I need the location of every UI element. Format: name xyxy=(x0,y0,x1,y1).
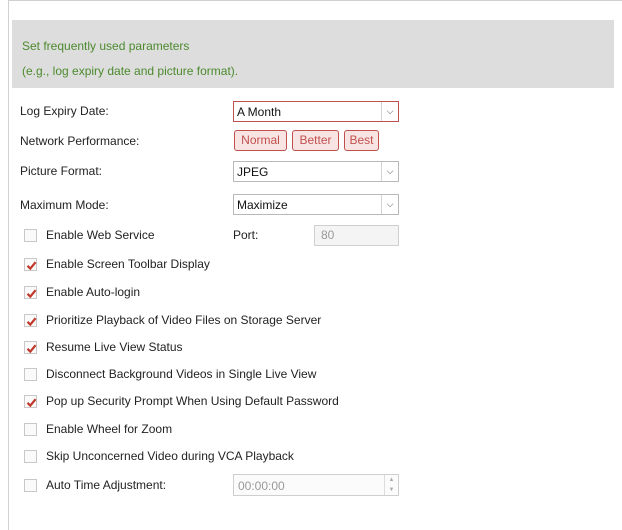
disconnect-background-checkbox[interactable] xyxy=(24,368,37,381)
web-service-label: Enable Web Service xyxy=(46,228,155,242)
wheel-zoom-checkbox[interactable] xyxy=(24,423,37,436)
picture-format-select[interactable]: JPEG ⌵ xyxy=(233,161,399,182)
auto-time-value: 00:00:00 xyxy=(238,479,285,493)
spin-down-icon[interactable]: ▼ xyxy=(385,485,398,495)
security-prompt-checkbox[interactable] xyxy=(24,395,37,408)
tip-line-2: (e.g., log expiry date and picture forma… xyxy=(22,64,239,78)
web-service-checkbox[interactable] xyxy=(24,229,37,242)
prioritize-playback-label: Prioritize Playback of Video Files on St… xyxy=(46,313,322,327)
auto-time-input[interactable]: 00:00:00 ▲ ▼ xyxy=(233,474,399,496)
auto-login-label: Enable Auto-login xyxy=(46,285,141,299)
auto-login-checkbox[interactable] xyxy=(24,286,37,299)
skip-unconcerned-label: Skip Unconcerned Video during VCA Playba… xyxy=(46,449,294,463)
port-label: Port: xyxy=(233,228,259,242)
time-spinner[interactable]: ▲ ▼ xyxy=(384,475,398,495)
chevron-down-icon[interactable]: ⌵ xyxy=(381,102,398,121)
network-better-button[interactable]: Better xyxy=(292,130,339,151)
auto-time-label: Auto Time Adjustment: xyxy=(46,478,167,492)
screen-toolbar-checkbox[interactable] xyxy=(24,258,37,271)
screen-toolbar-label: Enable Screen Toolbar Display xyxy=(46,257,210,271)
prioritize-playback-checkbox[interactable] xyxy=(24,314,37,327)
network-normal-button[interactable]: Normal xyxy=(234,130,287,151)
network-performance-label: Network Performance: xyxy=(20,134,140,148)
resume-live-view-checkbox[interactable] xyxy=(24,341,37,354)
spin-up-icon[interactable]: ▲ xyxy=(385,475,398,485)
maximum-mode-value: Maximize xyxy=(237,198,288,212)
maximum-mode-select[interactable]: Maximize ⌵ xyxy=(233,194,399,215)
log-expiry-value: A Month xyxy=(237,105,282,119)
log-expiry-select[interactable]: A Month ⌵ xyxy=(233,101,399,122)
maximum-mode-label: Maximum Mode: xyxy=(20,198,109,212)
auto-time-checkbox[interactable] xyxy=(24,479,37,492)
resume-live-view-label: Resume Live View Status xyxy=(46,340,183,354)
skip-unconcerned-checkbox[interactable] xyxy=(24,450,37,463)
security-prompt-label: Pop up Security Prompt When Using Defaul… xyxy=(46,394,339,408)
chevron-down-icon[interactable]: ⌵ xyxy=(381,195,398,214)
tip-banner: Set frequently used parameters (e.g., lo… xyxy=(12,20,614,88)
wheel-zoom-label: Enable Wheel for Zoom xyxy=(46,422,173,436)
tip-line-1: Set frequently used parameters xyxy=(22,39,190,53)
log-expiry-label: Log Expiry Date: xyxy=(20,104,109,118)
network-best-button[interactable]: Best xyxy=(344,130,379,151)
disconnect-background-label: Disconnect Background Videos in Single L… xyxy=(46,367,317,381)
picture-format-value: JPEG xyxy=(237,165,269,179)
chevron-down-icon[interactable]: ⌵ xyxy=(381,162,398,181)
port-input[interactable]: 80 xyxy=(314,225,399,246)
picture-format-label: Picture Format: xyxy=(20,164,103,178)
